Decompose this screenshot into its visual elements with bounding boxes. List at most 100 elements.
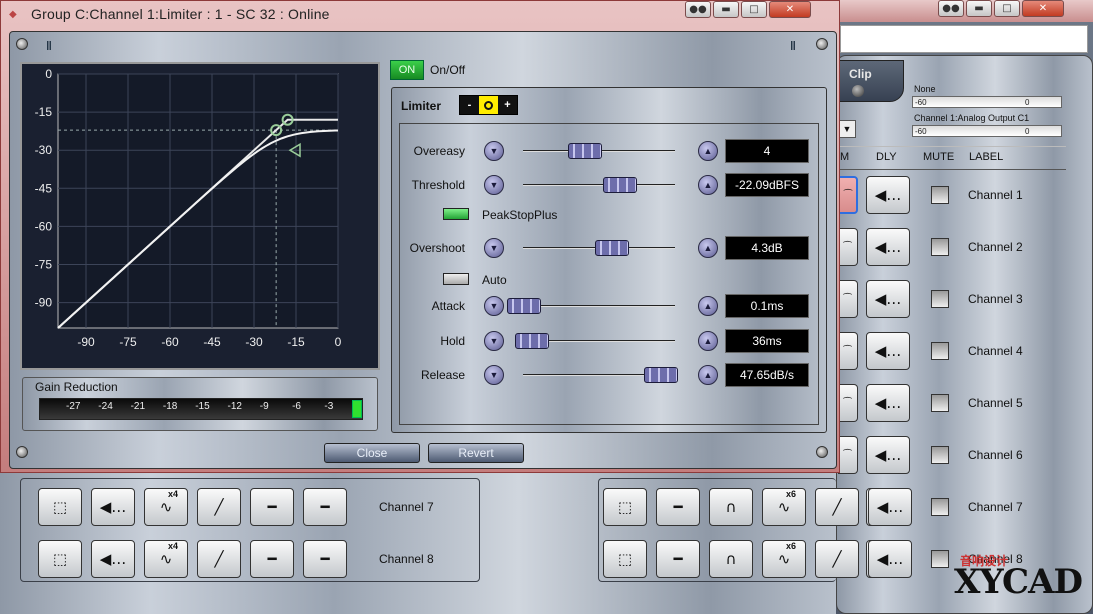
meter-min: -60 (915, 98, 927, 107)
mute-checkbox[interactable] (931, 238, 949, 256)
bandpass-icon[interactable]: ∩ (709, 488, 753, 526)
threshold-value-field[interactable]: -22.09dBFS (725, 173, 809, 197)
mute-checkbox[interactable] (931, 290, 949, 308)
gain-reduction-tick: -18 (162, 401, 178, 412)
router-icon[interactable]: ⬚ (38, 540, 82, 578)
column-header-m: M (840, 151, 850, 163)
attack-slider-thumb[interactable] (507, 298, 541, 314)
attack-decrease-button[interactable]: ▼ (484, 296, 504, 316)
hold-value-field[interactable]: 36ms (725, 329, 809, 353)
maximize-button[interactable]: □ (741, 1, 767, 18)
auto-label: Auto (482, 273, 507, 287)
router-icon[interactable]: ⬚ (603, 488, 647, 526)
gain-reduction-tick: -12 (227, 401, 242, 412)
current-limiter-indicator[interactable] (479, 96, 498, 114)
overshoot-slider-thumb[interactable] (595, 240, 630, 256)
hold-increase-button[interactable]: ▲ (698, 331, 718, 351)
threshold-slider-track[interactable] (523, 184, 675, 186)
filter-x4-icon[interactable]: ∿ (144, 540, 188, 578)
app-icon: ◆ (9, 9, 17, 20)
on-off-label: On/Off (430, 63, 466, 77)
mute-checkbox[interactable] (931, 446, 949, 464)
dynamics-icon[interactable]: ╱ (197, 540, 241, 578)
overeasy-decrease-button[interactable]: ▼ (484, 141, 504, 161)
channel-filter-button-partial[interactable]: ⁀ (838, 436, 858, 474)
attack-value-field[interactable]: 0.1ms (725, 294, 809, 318)
overeasy-increase-button[interactable]: ▲ (698, 141, 718, 161)
bypass-line-icon[interactable]: ━ (250, 540, 294, 578)
delay-speaker-icon[interactable]: ◀… (866, 436, 910, 474)
mute-checkbox[interactable] (931, 186, 949, 204)
delay-speaker-icon[interactable]: ◀… (866, 176, 910, 214)
bypass-line-icon[interactable]: ━ (250, 488, 294, 526)
attack-increase-button[interactable]: ▲ (698, 296, 718, 316)
y-tick-label: -75 (35, 258, 53, 272)
gain-reduction-title: Gain Reduction (35, 380, 118, 394)
overshoot-decrease-button[interactable]: ▼ (484, 238, 504, 258)
bypass-line-icon[interactable]: ━ (656, 540, 700, 578)
attack-slider-track[interactable] (523, 305, 675, 307)
hold-slider-thumb[interactable] (514, 333, 549, 349)
previous-limiter-button[interactable]: - (460, 96, 479, 114)
delay-speaker-icon[interactable]: ◀… (866, 280, 910, 318)
chevron-down-icon[interactable]: ▼ (838, 120, 856, 138)
on-off-button[interactable]: ON (390, 60, 424, 80)
channel-filter-button-partial[interactable]: ⁀ (838, 176, 858, 214)
hold-decrease-button[interactable]: ▼ (484, 331, 504, 351)
maximize-button[interactable]: □ (994, 0, 1020, 17)
delay-speaker-icon[interactable]: ◀… (866, 228, 910, 266)
filter-x6-icon[interactable]: ∿ (762, 488, 806, 526)
clip-label: Clip (849, 67, 872, 81)
filter-x6-icon[interactable]: ∿ (762, 540, 806, 578)
channel-filter-button-partial[interactable]: ⁀ (838, 384, 858, 422)
mute-checkbox[interactable] (931, 498, 949, 516)
router-icon[interactable]: ⬚ (603, 540, 647, 578)
bypass-line-icon[interactable]: ━ (303, 540, 347, 578)
dynamics-icon[interactable]: ╱ (815, 488, 859, 526)
x-tick-label: -75 (119, 335, 137, 349)
release-decrease-button[interactable]: ▼ (484, 365, 504, 385)
filter-x4-icon[interactable]: ∿ (144, 488, 188, 526)
close-button[interactable]: Close (324, 443, 420, 463)
minimize-button[interactable]: ▬ (713, 1, 739, 18)
x4-badge: x4 (168, 489, 179, 499)
delay-speaker-icon[interactable]: ◀… (91, 540, 135, 578)
peakstopplus-label: PeakStopPlus (482, 208, 558, 222)
close-window-button[interactable]: ✕ (769, 1, 811, 18)
restore-icon[interactable]: ●● (938, 0, 964, 17)
close-window-button[interactable]: ✕ (1022, 0, 1064, 17)
channel-filter-button-partial[interactable]: ⁀ (838, 228, 858, 266)
dynamics-icon[interactable]: ╱ (815, 540, 859, 578)
revert-button[interactable]: Revert (428, 443, 524, 463)
bypass-line-icon[interactable]: ━ (656, 488, 700, 526)
channel-filter-button-partial[interactable]: ⁀ (838, 280, 858, 318)
mute-checkbox[interactable] (931, 394, 949, 412)
mute-checkbox[interactable] (931, 342, 949, 360)
threshold-increase-button[interactable]: ▲ (698, 175, 718, 195)
delay-speaker-icon[interactable]: ◀… (868, 488, 912, 526)
overeasy-slider-thumb[interactable] (567, 143, 602, 159)
bypass-line-icon[interactable]: ━ (303, 488, 347, 526)
minimize-button[interactable]: ▬ (966, 0, 992, 17)
auto-toggle[interactable] (443, 273, 469, 285)
delay-speaker-icon[interactable]: ◀… (866, 384, 910, 422)
threshold-slider-thumb[interactable] (602, 177, 637, 193)
delay-speaker-icon[interactable]: ◀… (868, 540, 912, 578)
peakstopplus-toggle[interactable] (443, 208, 469, 220)
delay-speaker-icon[interactable]: ◀… (866, 332, 910, 370)
next-limiter-button[interactable]: + (498, 96, 517, 114)
overeasy-value-field[interactable]: 4 (725, 139, 809, 163)
channel-filter-button-partial[interactable]: ⁀ (838, 332, 858, 370)
release-value-field[interactable]: 47.65dB/s (725, 363, 809, 387)
delay-speaker-icon[interactable]: ◀… (91, 488, 135, 526)
bandpass-icon[interactable]: ∩ (709, 540, 753, 578)
overshoot-increase-button[interactable]: ▲ (698, 238, 718, 258)
threshold-decrease-button[interactable]: ▼ (484, 175, 504, 195)
dynamics-icon[interactable]: ╱ (197, 488, 241, 526)
release-slider-thumb[interactable] (643, 367, 678, 383)
router-icon[interactable]: ⬚ (38, 488, 82, 526)
overshoot-value-field[interactable]: 4.3dB (725, 236, 809, 260)
mute-checkbox[interactable] (931, 550, 949, 568)
restore-icon[interactable]: ●● (685, 1, 711, 18)
release-increase-button[interactable]: ▲ (698, 365, 718, 385)
